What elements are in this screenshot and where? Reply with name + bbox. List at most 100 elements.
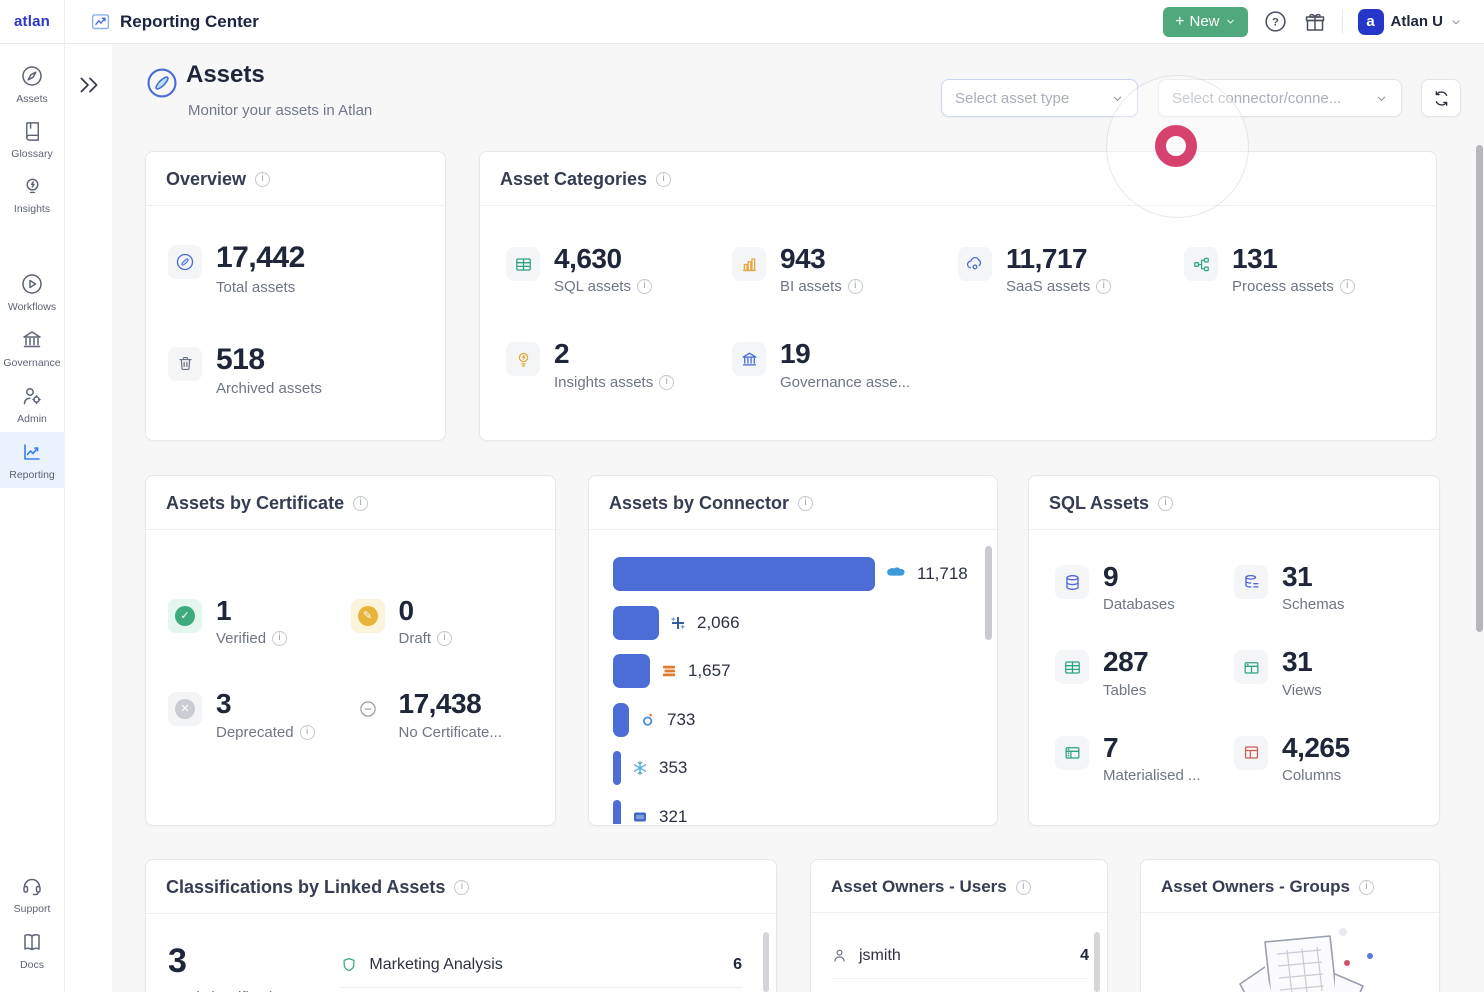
plus-icon — [1175, 13, 1184, 31]
salesforce-icon — [885, 566, 907, 582]
sidebar-item-docs[interactable]: Docs — [0, 922, 65, 978]
gift-icon[interactable] — [1303, 10, 1327, 34]
asset-type-select[interactable]: Select asset type — [941, 79, 1138, 117]
total-assets-stat: 17,442Total assets — [168, 242, 423, 296]
tableau-icon — [669, 614, 687, 632]
connector-icon — [631, 808, 649, 824]
assets-compass-icon — [145, 66, 179, 100]
flow-icon — [1184, 247, 1218, 281]
user-name: Atlan U — [1391, 13, 1444, 30]
connector-row: 321 — [613, 793, 975, 825]
info-icon[interactable] — [798, 496, 813, 511]
info-icon[interactable] — [848, 279, 863, 294]
user-menu[interactable]: a Atlan U — [1358, 9, 1463, 35]
info-icon[interactable] — [1096, 279, 1111, 294]
main-content: Assets Monitor your assets in Atlan Sele… — [112, 44, 1484, 992]
compass-icon — [20, 64, 44, 88]
ring-connector-icon — [639, 711, 657, 729]
info-icon[interactable] — [659, 375, 674, 390]
expand-panel-icon[interactable] — [76, 72, 102, 98]
card-title: Assets by Connector — [609, 493, 789, 514]
bar-connector[interactable] — [613, 800, 621, 824]
tables-stat: 287Tables — [1055, 647, 1234, 698]
bank-icon — [732, 342, 766, 376]
info-icon[interactable] — [656, 172, 671, 187]
new-button[interactable]: New — [1163, 7, 1247, 37]
snowflake-icon — [631, 759, 649, 777]
app-title-wrap: Reporting Center — [90, 11, 259, 32]
svg-text:?: ? — [1272, 17, 1279, 29]
table-icon — [506, 247, 540, 281]
sidebar-item-support[interactable]: Support — [0, 866, 65, 922]
info-icon[interactable] — [1359, 880, 1374, 895]
empty-state-illustration — [1195, 922, 1385, 992]
connector-row: 733 — [613, 696, 975, 745]
no-certificate-stat: 17,438No Certificate... — [351, 689, 534, 740]
sidebar-item-insights[interactable]: Insights — [0, 167, 65, 222]
total-classifications: 3 Total classifications — [168, 942, 296, 992]
columns-stat: 4,265Columns — [1234, 733, 1413, 784]
refresh-button[interactable] — [1421, 79, 1461, 117]
connector-row: 1,657 — [613, 647, 975, 696]
book-icon — [21, 120, 44, 143]
archived-assets-stat: 518Archived assets — [168, 344, 423, 398]
info-icon[interactable] — [437, 631, 452, 646]
sidebar-item-glossary[interactable]: Glossary — [0, 112, 65, 167]
shield-icon — [340, 956, 358, 974]
asset-owners-groups-card: Asset Owners - Groups — [1140, 859, 1440, 992]
sql-assets-card: SQL Assets 9Databases 31Schemas 287Table… — [1028, 475, 1440, 826]
bank-icon — [20, 328, 44, 352]
lightbulb-icon — [506, 342, 540, 376]
chevron-down-icon — [1225, 16, 1236, 27]
lightbulb-icon — [21, 175, 44, 198]
info-icon[interactable] — [637, 279, 652, 294]
assets-by-certificate-card: Assets by Certificate ✓ 1Verified ✎ 0Dra… — [145, 475, 556, 826]
verified-stat: ✓ 1Verified — [168, 596, 351, 647]
atlan-logo[interactable]: atlan — [0, 0, 65, 44]
classification-row[interactable]: Marketing Analysis 6 — [340, 942, 742, 988]
draft-stat: ✎ 0Draft — [351, 596, 534, 647]
bar-ring-connector[interactable] — [613, 703, 629, 737]
user-row[interactable]: jsmith 4 — [831, 933, 1089, 979]
chart-icon — [20, 440, 44, 464]
card-title: Asset Owners - Users — [831, 877, 1007, 897]
bar-snowflake[interactable] — [613, 751, 621, 785]
avatar: a — [1358, 9, 1384, 35]
sidebar-item-workflows[interactable]: Workflows — [0, 264, 65, 320]
sidebar-item-reporting[interactable]: Reporting — [0, 432, 65, 488]
bar-tableau[interactable] — [613, 606, 659, 640]
info-icon[interactable] — [255, 172, 270, 187]
governance-assets-stat: 19Governance asse... — [732, 339, 958, 390]
info-icon[interactable] — [1340, 279, 1355, 294]
info-icon[interactable] — [1016, 880, 1031, 895]
connector-select[interactable]: Select connector/conne... — [1158, 79, 1402, 117]
list-scrollbar[interactable] — [763, 932, 769, 992]
sidebar-item-admin[interactable]: Admin — [0, 376, 65, 432]
card-title: Assets by Certificate — [166, 493, 344, 514]
reporting-center-icon — [90, 11, 111, 32]
asset-owners-users-card: Asset Owners - Users jsmith 4 — [810, 859, 1108, 992]
sidebar-item-governance[interactable]: Governance — [0, 320, 65, 376]
info-icon[interactable] — [272, 631, 287, 646]
cloud-gear-icon — [958, 247, 992, 281]
schema-icon — [1234, 565, 1268, 599]
verified-badge-icon: ✓ — [168, 599, 202, 633]
bar-aws[interactable] — [613, 654, 650, 688]
table-icon — [1055, 650, 1089, 684]
info-icon[interactable] — [300, 725, 315, 740]
page-scrollbar[interactable] — [1476, 145, 1483, 632]
card-title: Asset Categories — [500, 169, 647, 190]
help-icon[interactable]: ? — [1263, 9, 1288, 34]
list-scrollbar[interactable] — [1094, 932, 1100, 992]
top-bar: atlan Reporting Center New ? a Atlan U — [0, 0, 1484, 44]
bar-salesforce[interactable] — [613, 557, 875, 591]
info-icon[interactable] — [454, 880, 469, 895]
sidebar-item-assets[interactable]: Assets — [0, 56, 65, 112]
refresh-icon — [1432, 89, 1451, 108]
database-icon — [1055, 565, 1089, 599]
chart-scrollbar[interactable] — [985, 546, 992, 640]
sql-assets-stat: 4,630SQL assets — [506, 244, 732, 295]
info-icon[interactable] — [1158, 496, 1173, 511]
info-icon[interactable] — [353, 496, 368, 511]
card-title: Asset Owners - Groups — [1161, 877, 1350, 897]
